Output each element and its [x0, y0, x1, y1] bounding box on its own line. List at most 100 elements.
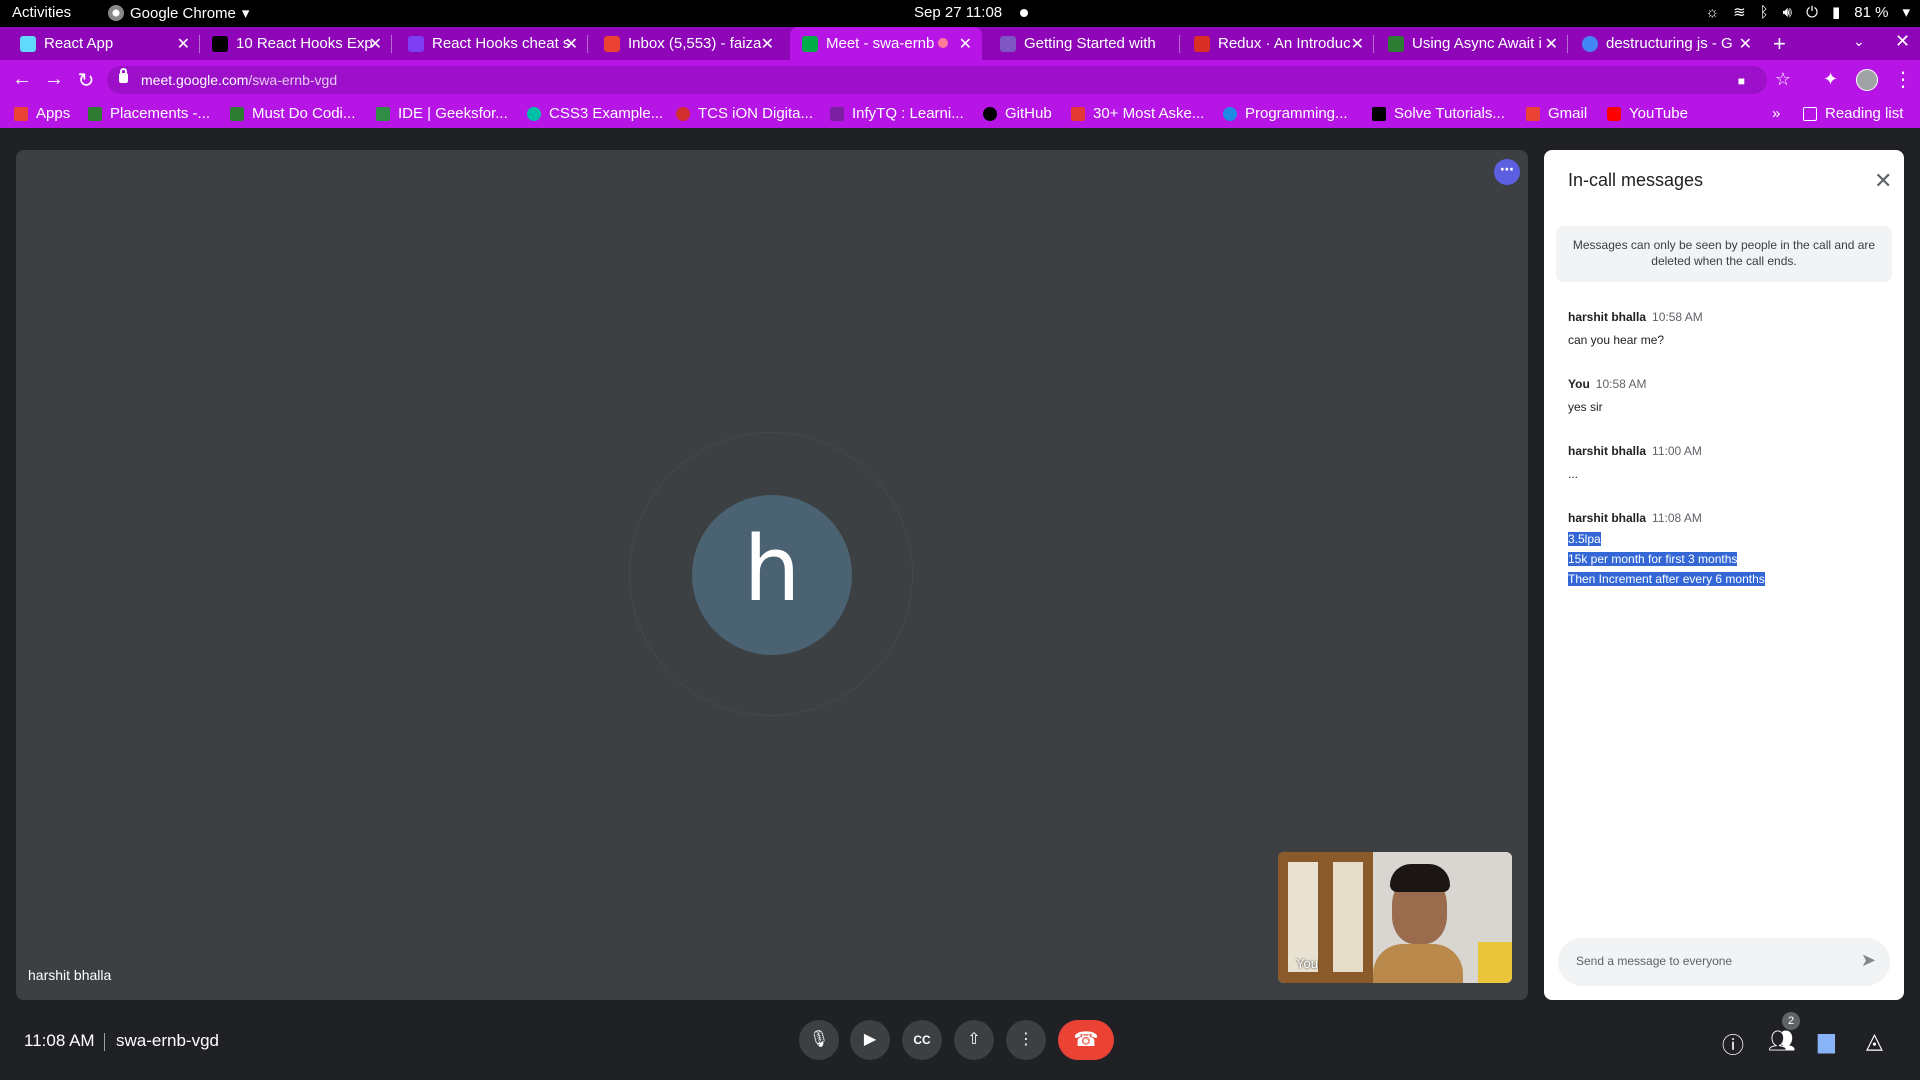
close-tab-icon[interactable]: ✕ — [177, 34, 190, 54]
bookmark-infytq[interactable]: InfyTQ : Learni... — [830, 105, 964, 122]
reload-icon[interactable]: ↻ — [74, 68, 98, 93]
video-camera-icon: ▶ — [863, 1031, 877, 1048]
bookmark-star-icon[interactable]: ☆ — [1775, 69, 1791, 90]
new-tab-button[interactable]: + — [1773, 31, 1786, 57]
tab-title: React App — [44, 35, 114, 52]
chrome-menu-icon[interactable]: ⋮ — [1893, 67, 1913, 92]
message-text-selected[interactable]: 3.5lpa — [1568, 532, 1601, 546]
bookmark-label: Solve Tutorials... — [1394, 105, 1505, 122]
bookmark-github[interactable]: GitHub — [983, 105, 1052, 122]
microphone-button[interactable]: 🎙︎ — [799, 1020, 839, 1060]
bookmark-site-icon — [1223, 106, 1237, 121]
tab-search-chevron-icon[interactable]: ⌄ — [1853, 33, 1865, 50]
bookmark-youtube[interactable]: YouTube — [1607, 105, 1688, 122]
tab-gmail-inbox[interactable]: Inbox (5,553) - faiza ✕ — [592, 27, 784, 60]
bookmark-tcs-ion[interactable]: TCS iON Digita... — [676, 105, 813, 122]
tab-redux-intro[interactable]: Redux · An Introduc ✕ — [1182, 27, 1374, 60]
tab-getting-started[interactable]: Getting Started with — [988, 27, 1180, 60]
close-icon[interactable]: ✕ — [1874, 168, 1892, 194]
close-tab-icon[interactable]: ✕ — [565, 34, 578, 54]
bookmark-apps[interactable]: Apps — [14, 105, 70, 122]
in-call-messages-panel: In-call messages ✕ Messages can only be … — [1544, 150, 1904, 1000]
forward-arrow-icon[interactable]: → — [42, 68, 66, 91]
chat-icon[interactable]: ▆ — [1818, 1028, 1835, 1054]
url-text[interactable]: meet.google.com/swa-ernb-vgd — [141, 72, 337, 88]
people-icon[interactable]: 👥︎ — [1768, 1028, 1796, 1054]
captions-button[interactable]: CC — [902, 1020, 942, 1060]
battery-level: 81 % — [1854, 3, 1889, 21]
activities-button[interactable]: Activities — [12, 4, 71, 21]
system-clock[interactable]: Sep 27 11:08 — [914, 4, 1002, 21]
camera-button[interactable]: ▶ — [850, 1020, 890, 1060]
bookmark-css3[interactable]: CSS3 Example... — [527, 105, 663, 122]
tab-destructuring-js[interactable]: destructuring js - G ✕ — [1570, 27, 1762, 60]
address-bar[interactable]: meet.google.com/swa-ernb-vgd ■ ☆ — [107, 66, 1791, 94]
tab-react-hooks-exp[interactable]: 10 React Hooks Exp ✕ — [200, 27, 392, 60]
message-text: ... — [1568, 467, 1579, 481]
bookmarks-overflow-button[interactable]: » — [1772, 105, 1780, 122]
wifi-icon: ≋ — [1733, 4, 1746, 21]
bookmark-30-most-asked[interactable]: 30+ Most Aske... — [1071, 105, 1204, 122]
present-screen-button[interactable]: ⇧ — [954, 1020, 994, 1060]
close-tab-icon[interactable]: ✕ — [1545, 34, 1558, 54]
message-time: 10:58 AM — [1595, 377, 1647, 391]
self-view-tile[interactable]: You — [1278, 852, 1512, 983]
tab-react-hooks-cheat[interactable]: React Hooks cheat s ✕ — [396, 27, 588, 60]
present-screen-icon: ⇧ — [967, 1031, 981, 1048]
tab-strip: React App ✕ 10 React Hooks Exp ✕ React H… — [0, 27, 1920, 60]
extensions-puzzle-icon[interactable]: ✦ — [1823, 69, 1838, 90]
leave-call-button[interactable]: ☎ — [1058, 1020, 1114, 1060]
tab-title: Getting Started with — [1024, 35, 1156, 52]
close-tab-icon[interactable]: ✕ — [959, 34, 972, 54]
bookmark-placements[interactable]: Placements -... — [88, 105, 210, 122]
scrimba-icon — [1194, 35, 1210, 52]
chat-message: You 10:58 AM yes sir — [1568, 375, 1888, 415]
tab-title: React Hooks cheat s — [432, 35, 571, 52]
close-tab-icon[interactable]: ✕ — [761, 34, 774, 54]
bookmark-label: Apps — [36, 105, 71, 122]
camera-in-use-icon[interactable]: ■ — [1738, 74, 1745, 88]
hackerrank-icon — [1372, 106, 1386, 121]
google-icon — [1582, 35, 1598, 52]
reading-list-button[interactable]: Reading list — [1803, 105, 1903, 122]
meeting-info-icon[interactable]: ⓘ — [1722, 1028, 1744, 1060]
close-tab-icon[interactable]: ✕ — [1739, 34, 1752, 54]
bookmark-label: 30+ Most Aske... — [1093, 105, 1205, 122]
url-domain: meet.google.com — [141, 72, 249, 88]
meet-icon — [802, 35, 818, 52]
send-icon[interactable]: ➤ — [1861, 950, 1876, 971]
bookmark-solve-tutorials[interactable]: Solve Tutorials... — [1372, 105, 1505, 122]
message-text-selected[interactable]: Then Increment after every 6 months — [1568, 572, 1765, 586]
app-menu[interactable]: Google Chrome ▾ — [108, 4, 249, 22]
activities-icon[interactable]: ◬ — [1866, 1028, 1883, 1054]
more-options-button[interactable]: ⋮ — [1006, 1020, 1046, 1060]
bookmark-must-do[interactable]: Must Do Codi... — [230, 105, 355, 122]
message-time: 10:58 AM — [1652, 310, 1703, 324]
bookmark-gmail[interactable]: Gmail — [1526, 105, 1587, 122]
tab-meet[interactable]: Meet - swa-ernb ✕ — [790, 27, 982, 60]
bookmark-programming[interactable]: Programming... — [1223, 105, 1348, 122]
message-input[interactable]: Send a message to everyone ➤ — [1558, 938, 1890, 986]
more-options-icon[interactable]: ⋯ — [1494, 159, 1520, 185]
bookmark-ide-geeks[interactable]: IDE | Geeksfor... — [376, 105, 508, 122]
back-arrow-icon[interactable]: ← — [10, 68, 34, 91]
message-text-selected[interactable]: 15k per month for first 3 months — [1568, 552, 1738, 566]
message-time: 11:08 AM — [1652, 511, 1702, 525]
gfg-icon — [376, 106, 390, 121]
bookmark-label: Must Do Codi... — [252, 105, 356, 122]
tab-title: destructuring js - G — [1606, 35, 1733, 52]
close-tab-icon[interactable]: ✕ — [369, 34, 382, 54]
window-close-icon[interactable]: ✕ — [1895, 31, 1910, 52]
tab-async-await[interactable]: Using Async Await i ✕ — [1376, 27, 1568, 60]
lock-icon[interactable] — [119, 68, 128, 83]
tab-title: Meet - swa-ernb — [826, 35, 935, 52]
system-tray[interactable]: ☼ ≋ ᛒ 🔊︎ ⏻ ▮ 81 % ▾ — [1705, 3, 1910, 22]
participant-count-badge: 2 — [1782, 1012, 1800, 1030]
close-tab-icon[interactable]: ✕ — [1351, 34, 1364, 54]
tab-react-app[interactable]: React App ✕ — [8, 27, 200, 60]
participant-avatar: h — [692, 495, 852, 655]
bluetooth-icon: ᛒ — [1759, 3, 1769, 21]
message-sender: harshit bhalla — [1568, 444, 1647, 458]
battery-icon: ▮ — [1832, 4, 1841, 21]
profile-avatar[interactable] — [1856, 69, 1878, 91]
